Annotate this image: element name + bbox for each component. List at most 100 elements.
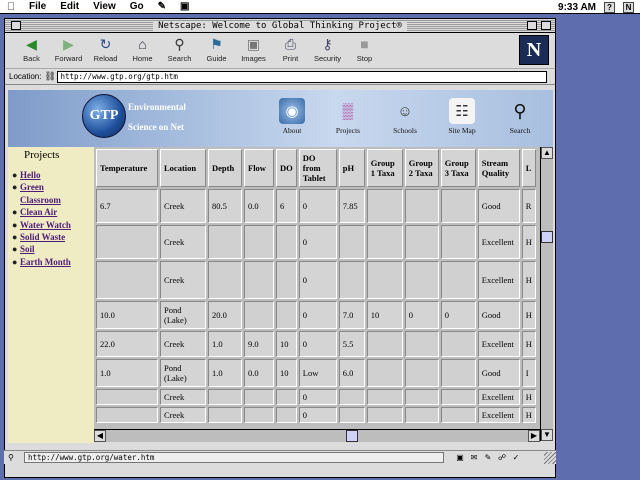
app-switcher-icon[interactable]: N xyxy=(623,1,634,13)
netscape-logo-icon[interactable]: N xyxy=(519,35,549,65)
menu-file[interactable]: File xyxy=(22,1,53,12)
table-cell: Pond (Lake) xyxy=(160,359,206,387)
table-row: 10.0 Pond (Lake) 20.0 0 7.0 10 0 0 Good H xyxy=(96,301,536,329)
security-button[interactable]: ⚷ Security xyxy=(309,35,346,64)
scroll-left-arrow-icon[interactable]: ◀ xyxy=(94,430,106,442)
table-cell: H xyxy=(521,389,536,405)
stop-button[interactable]: ■ Stop xyxy=(346,35,383,63)
apple-menu-icon[interactable]:  xyxy=(0,1,22,13)
table-cell: 0 xyxy=(298,301,337,329)
location-label: Location: xyxy=(9,72,42,81)
table-cell: H xyxy=(521,407,536,423)
check-icon[interactable]: ✓ xyxy=(510,453,522,463)
reload-icon: ↻ xyxy=(99,35,112,52)
collapse-box-icon[interactable] xyxy=(541,21,551,30)
vertical-scrollbar[interactable]: ▲ ▼ xyxy=(540,147,553,441)
title-bar[interactable]: Netscape: Welcome to Global Thinking Pro… xyxy=(5,19,555,33)
table-cell xyxy=(244,261,274,299)
bookmarks-menu-icon[interactable]: ✎ xyxy=(151,1,173,12)
location-input[interactable] xyxy=(57,70,548,83)
home-button[interactable]: ⌂ Home xyxy=(124,35,161,63)
table-cell: 6 xyxy=(276,189,297,223)
close-box-icon[interactable] xyxy=(11,21,21,30)
menu-view[interactable]: View xyxy=(86,1,123,12)
zoom-box-icon[interactable] xyxy=(527,21,537,30)
status-message: http://www.gtp.org/water.htm xyxy=(24,452,444,463)
clock: 9:33 AM xyxy=(558,1,596,13)
nav-search[interactable]: ⚲ Search xyxy=(498,98,542,136)
navigator-icon[interactable]: ▣ xyxy=(454,453,466,463)
table-cell xyxy=(440,261,476,299)
sidebar-link-clean-air[interactable]: Clean Air xyxy=(20,206,57,218)
scroll-right-arrow-icon[interactable]: ▶ xyxy=(528,430,540,442)
table-cell: 1.0 xyxy=(208,331,242,357)
resize-handle[interactable] xyxy=(544,452,556,464)
nav-sitemap-label: Site Map xyxy=(448,126,476,135)
table-cell xyxy=(244,407,274,423)
table-cell: 9.0 xyxy=(244,331,274,357)
search-button[interactable]: ⚲ Search xyxy=(161,35,198,64)
horizontal-scroll-thumb[interactable] xyxy=(346,430,358,442)
sidebar-link-green[interactable]: Green xyxy=(20,181,44,193)
sidebar-link-earth-month[interactable]: Earth Month xyxy=(20,256,71,268)
table-cell: 80.5 xyxy=(208,189,242,223)
scroll-down-arrow-icon[interactable]: ▼ xyxy=(541,429,553,441)
discussions-icon[interactable]: ☍ xyxy=(496,453,508,463)
col-header-do-tablet: DO from Tablet xyxy=(298,149,337,187)
table-cell: Good xyxy=(477,359,520,387)
sidebar-link-classroom[interactable]: Classroom xyxy=(20,194,61,206)
menu-edit[interactable]: Edit xyxy=(53,1,86,12)
col-header-depth: Depth xyxy=(208,149,242,187)
images-button[interactable]: ▣ Images xyxy=(235,35,272,64)
vertical-scroll-thumb[interactable] xyxy=(541,231,553,243)
projects-chart-icon: ▒ xyxy=(342,102,354,120)
nav-schools[interactable]: ☺ Schools xyxy=(383,98,427,136)
images-icon: ▣ xyxy=(246,35,261,52)
back-arrow-icon: ◀ xyxy=(26,35,37,52)
menu-go[interactable]: Go xyxy=(123,1,151,12)
print-button[interactable]: ⎙ Print xyxy=(272,35,309,64)
table-cell: H xyxy=(521,225,536,259)
desktop xyxy=(558,14,640,480)
sidebar-link-solid-waste[interactable]: Solid Waste xyxy=(20,231,65,243)
stop-label: Stop xyxy=(356,54,373,63)
sidebar-link-water-watch[interactable]: Water Watch xyxy=(20,219,71,231)
page-proxy-icon[interactable]: ⛓ xyxy=(44,71,55,82)
window-menu-icon[interactable]: ▣ xyxy=(173,1,196,12)
sidebar-link-soil[interactable]: Soil xyxy=(20,243,35,255)
table-cell xyxy=(366,189,403,223)
help-icon[interactable]: ? xyxy=(604,1,615,13)
nav-sitemap[interactable]: ☷ Site Map xyxy=(440,98,484,135)
table-cell xyxy=(440,407,476,423)
mail-icon[interactable]: ✉ xyxy=(468,453,480,463)
back-button[interactable]: ◀ Back xyxy=(13,35,50,64)
table-cell xyxy=(366,331,403,357)
security-label: Security xyxy=(313,54,342,63)
sidebar-item: ● Water Watch xyxy=(8,219,94,231)
table-row: Creek 0 Excellent H xyxy=(96,261,536,299)
search-icon: ⚲ xyxy=(174,35,185,52)
table-cell xyxy=(440,359,476,387)
images-label: Images xyxy=(241,54,266,63)
composer-icon[interactable]: ✎ xyxy=(482,453,494,463)
sidebar-link-hello[interactable]: Hello xyxy=(20,169,41,181)
table-cell: 10.0 xyxy=(96,301,158,329)
table-cell: Excellent xyxy=(477,225,520,259)
guide-button[interactable]: ⚑ Guide xyxy=(198,35,235,64)
reload-button[interactable]: ↻ Reload xyxy=(87,35,124,64)
nav-projects[interactable]: ▒ Projects xyxy=(326,98,370,136)
table-cell: 7.85 xyxy=(338,189,365,223)
nav-about[interactable]: ◉ About xyxy=(270,98,314,135)
table-cell: Creek xyxy=(160,225,206,259)
scroll-up-arrow-icon[interactable]: ▲ xyxy=(541,147,553,159)
forward-button[interactable]: ▶ Forward xyxy=(50,35,87,64)
table-cell xyxy=(404,389,439,405)
table-cell: 0 xyxy=(298,389,337,405)
nav-projects-label: Projects xyxy=(335,126,361,135)
security-lock-icon[interactable]: ⚲ xyxy=(8,453,20,462)
bullet-icon: ● xyxy=(12,219,18,230)
table-cell: R xyxy=(521,189,536,223)
gtp-logo[interactable]: GTP xyxy=(82,94,126,138)
horizontal-scrollbar[interactable]: ◀ ▶ xyxy=(94,429,540,442)
table-cell: 6.7 xyxy=(96,189,158,223)
